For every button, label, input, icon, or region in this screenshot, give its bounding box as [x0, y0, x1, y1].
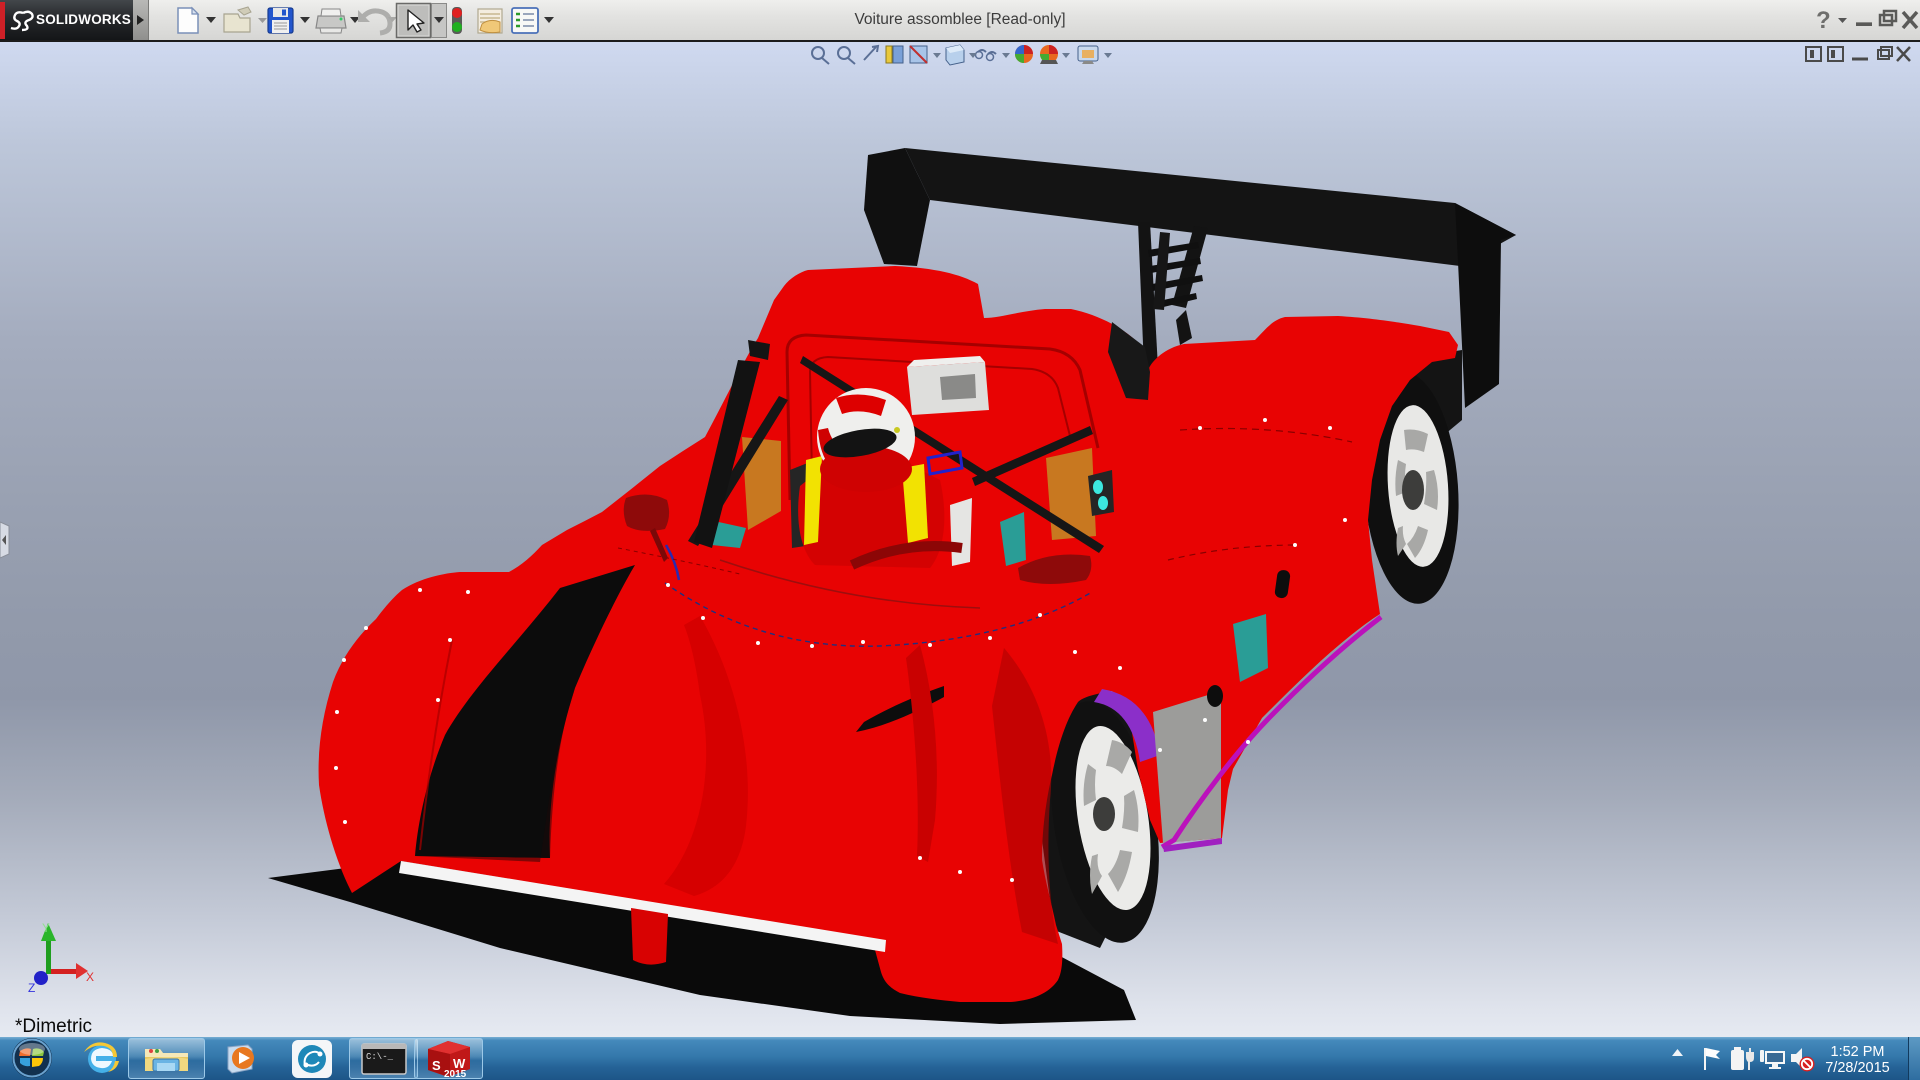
svg-text:Z: Z	[28, 981, 35, 995]
svg-text:C:\‑_: C:\‑_	[366, 1052, 394, 1062]
svg-text:X: X	[86, 970, 94, 984]
svg-text:?: ?	[1816, 7, 1831, 34]
svg-text:2015: 2015	[444, 1069, 467, 1080]
svg-text:*Dimetric: *Dimetric	[15, 1016, 92, 1037]
svg-text:Y: Y	[42, 921, 50, 935]
svg-text:S: S	[432, 1058, 441, 1073]
